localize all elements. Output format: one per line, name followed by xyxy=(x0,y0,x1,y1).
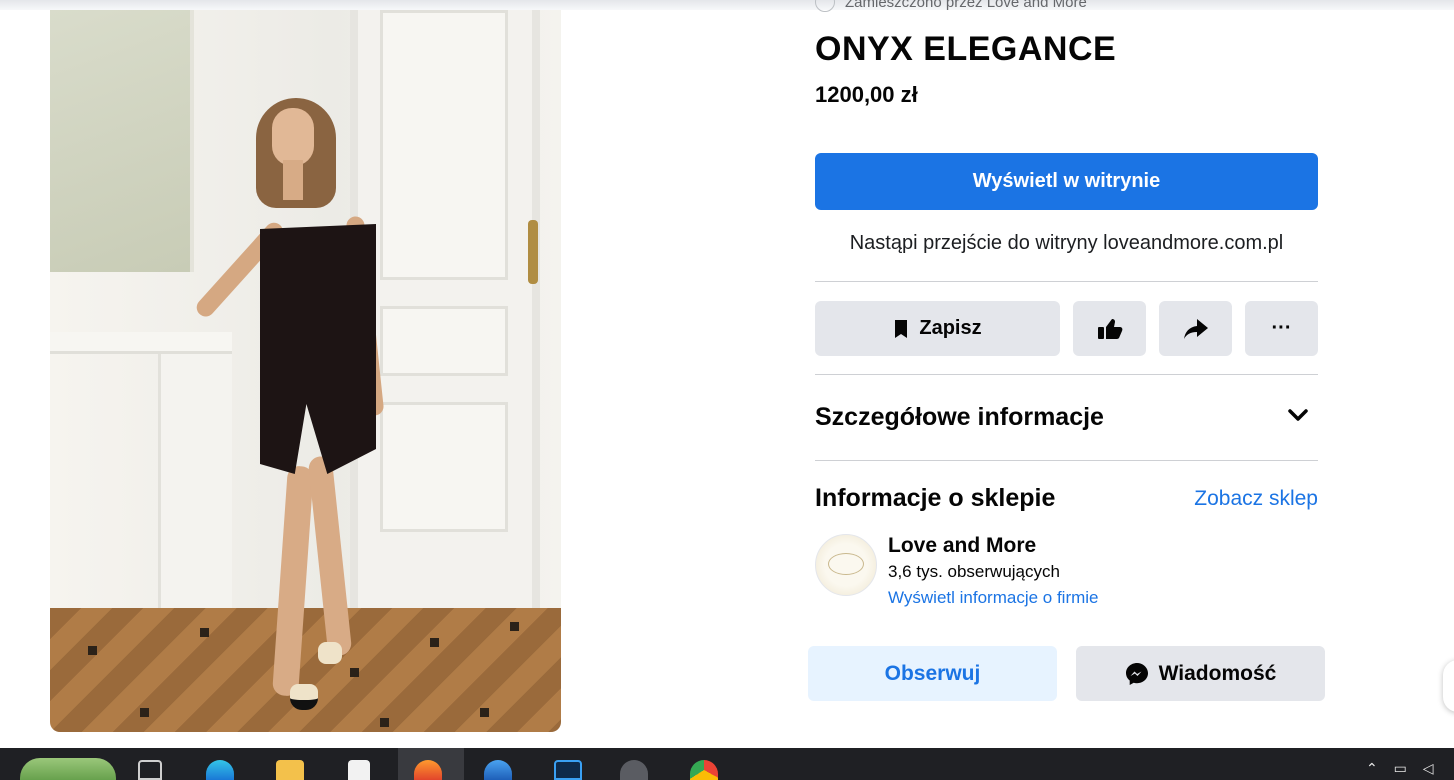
floor-inlay xyxy=(510,622,519,631)
more-options-button[interactable]: ··· xyxy=(1245,301,1318,356)
message-label: Wiadomość xyxy=(1158,661,1277,685)
model-figure xyxy=(150,96,385,716)
share-button[interactable] xyxy=(1159,301,1232,356)
model-leg xyxy=(272,465,314,697)
chevron-down-icon xyxy=(1288,408,1308,427)
follow-button[interactable]: Obserwuj xyxy=(808,646,1057,701)
floor-inlay xyxy=(430,638,439,647)
network-tool-icon[interactable] xyxy=(620,760,648,780)
thunderbird-icon[interactable] xyxy=(484,760,512,780)
door-panel xyxy=(380,402,508,532)
floor-inlay xyxy=(140,708,149,717)
shop-name[interactable]: Love and More xyxy=(888,534,1036,558)
edge-icon[interactable] xyxy=(206,760,234,780)
door-panel xyxy=(380,306,508,376)
door-handle xyxy=(528,220,538,284)
product-price: 1200,00 zł xyxy=(815,82,918,107)
shop-card: Love and More 3,6 tys. obserwujących Wyś… xyxy=(815,532,1318,612)
shop-avatar[interactable] xyxy=(815,534,877,596)
product-image[interactable] xyxy=(50,10,561,732)
chrome-icon[interactable] xyxy=(690,760,718,780)
shop-info-header: Informacje o sklepie Zobacz sklep xyxy=(815,484,1318,513)
file-explorer-icon[interactable] xyxy=(276,760,304,780)
shop-followers: 3,6 tys. obserwujących xyxy=(888,562,1060,581)
chevron-up-icon[interactable]: ⌃ xyxy=(1366,760,1384,776)
photoshop-icon[interactable] xyxy=(554,760,582,780)
network-icon[interactable]: ▭ xyxy=(1394,760,1413,776)
browser-top-edge xyxy=(0,0,1454,10)
business-info-link[interactable]: Wyświetl informacje o firmie xyxy=(888,588,1099,608)
door-panel xyxy=(380,10,508,280)
notepad-icon[interactable] xyxy=(348,760,370,780)
floor-inlay xyxy=(88,646,97,655)
model-shoe xyxy=(290,684,318,710)
volume-icon[interactable]: ◁ xyxy=(1423,760,1440,776)
floor-inlay xyxy=(380,718,389,727)
door xyxy=(350,10,540,610)
windows-taskbar: ⌃ ▭ ◁ xyxy=(0,748,1454,780)
redirect-note: Nastąpi przejście do witryny loveandmore… xyxy=(849,232,1284,254)
shop-logo-mark xyxy=(828,553,864,575)
save-button[interactable]: Zapisz xyxy=(815,301,1060,356)
view-on-website-button[interactable]: Wyświetl w witrynie xyxy=(815,153,1318,210)
details-section-toggle[interactable]: Szczegółowe informacje xyxy=(815,400,1318,434)
start-button[interactable] xyxy=(20,758,116,780)
more-options-icon: ··· xyxy=(1271,317,1292,339)
save-label: Zapisz xyxy=(919,317,982,339)
like-button[interactable] xyxy=(1073,301,1146,356)
system-tray[interactable]: ⌃ ▭ ◁ xyxy=(1366,760,1440,777)
divider xyxy=(815,374,1318,375)
thumbs-up-icon xyxy=(1097,318,1123,340)
posted-by-text: Zamieszczono przez Love and More xyxy=(845,0,1087,11)
firefox-icon[interactable] xyxy=(414,760,442,780)
action-row: Zapisz ··· xyxy=(815,301,1318,356)
details-section-title: Szczegółowe informacje xyxy=(815,402,1104,431)
black-dress xyxy=(260,224,376,474)
posted-by-line: Zamieszczono przez Love and More xyxy=(815,0,1087,12)
messenger-icon xyxy=(1125,662,1149,686)
floating-chat-bubble[interactable] xyxy=(1443,660,1454,712)
model-leg xyxy=(307,455,353,657)
product-title: ONYX ELEGANCE xyxy=(815,30,1117,68)
model-shoe xyxy=(318,642,342,664)
shop-info-title: Informacje o sklepie xyxy=(815,484,1056,512)
divider xyxy=(815,281,1318,282)
divider xyxy=(815,460,1318,461)
model-neck xyxy=(283,160,303,200)
task-view-icon[interactable] xyxy=(138,760,162,780)
share-arrow-icon xyxy=(1183,318,1209,340)
see-shop-link[interactable]: Zobacz sklep xyxy=(1194,487,1318,511)
floor-inlay xyxy=(480,708,489,717)
model-face xyxy=(272,108,314,166)
globe-icon xyxy=(815,0,835,12)
message-button[interactable]: Wiadomość xyxy=(1076,646,1325,701)
bookmark-icon xyxy=(893,319,909,339)
